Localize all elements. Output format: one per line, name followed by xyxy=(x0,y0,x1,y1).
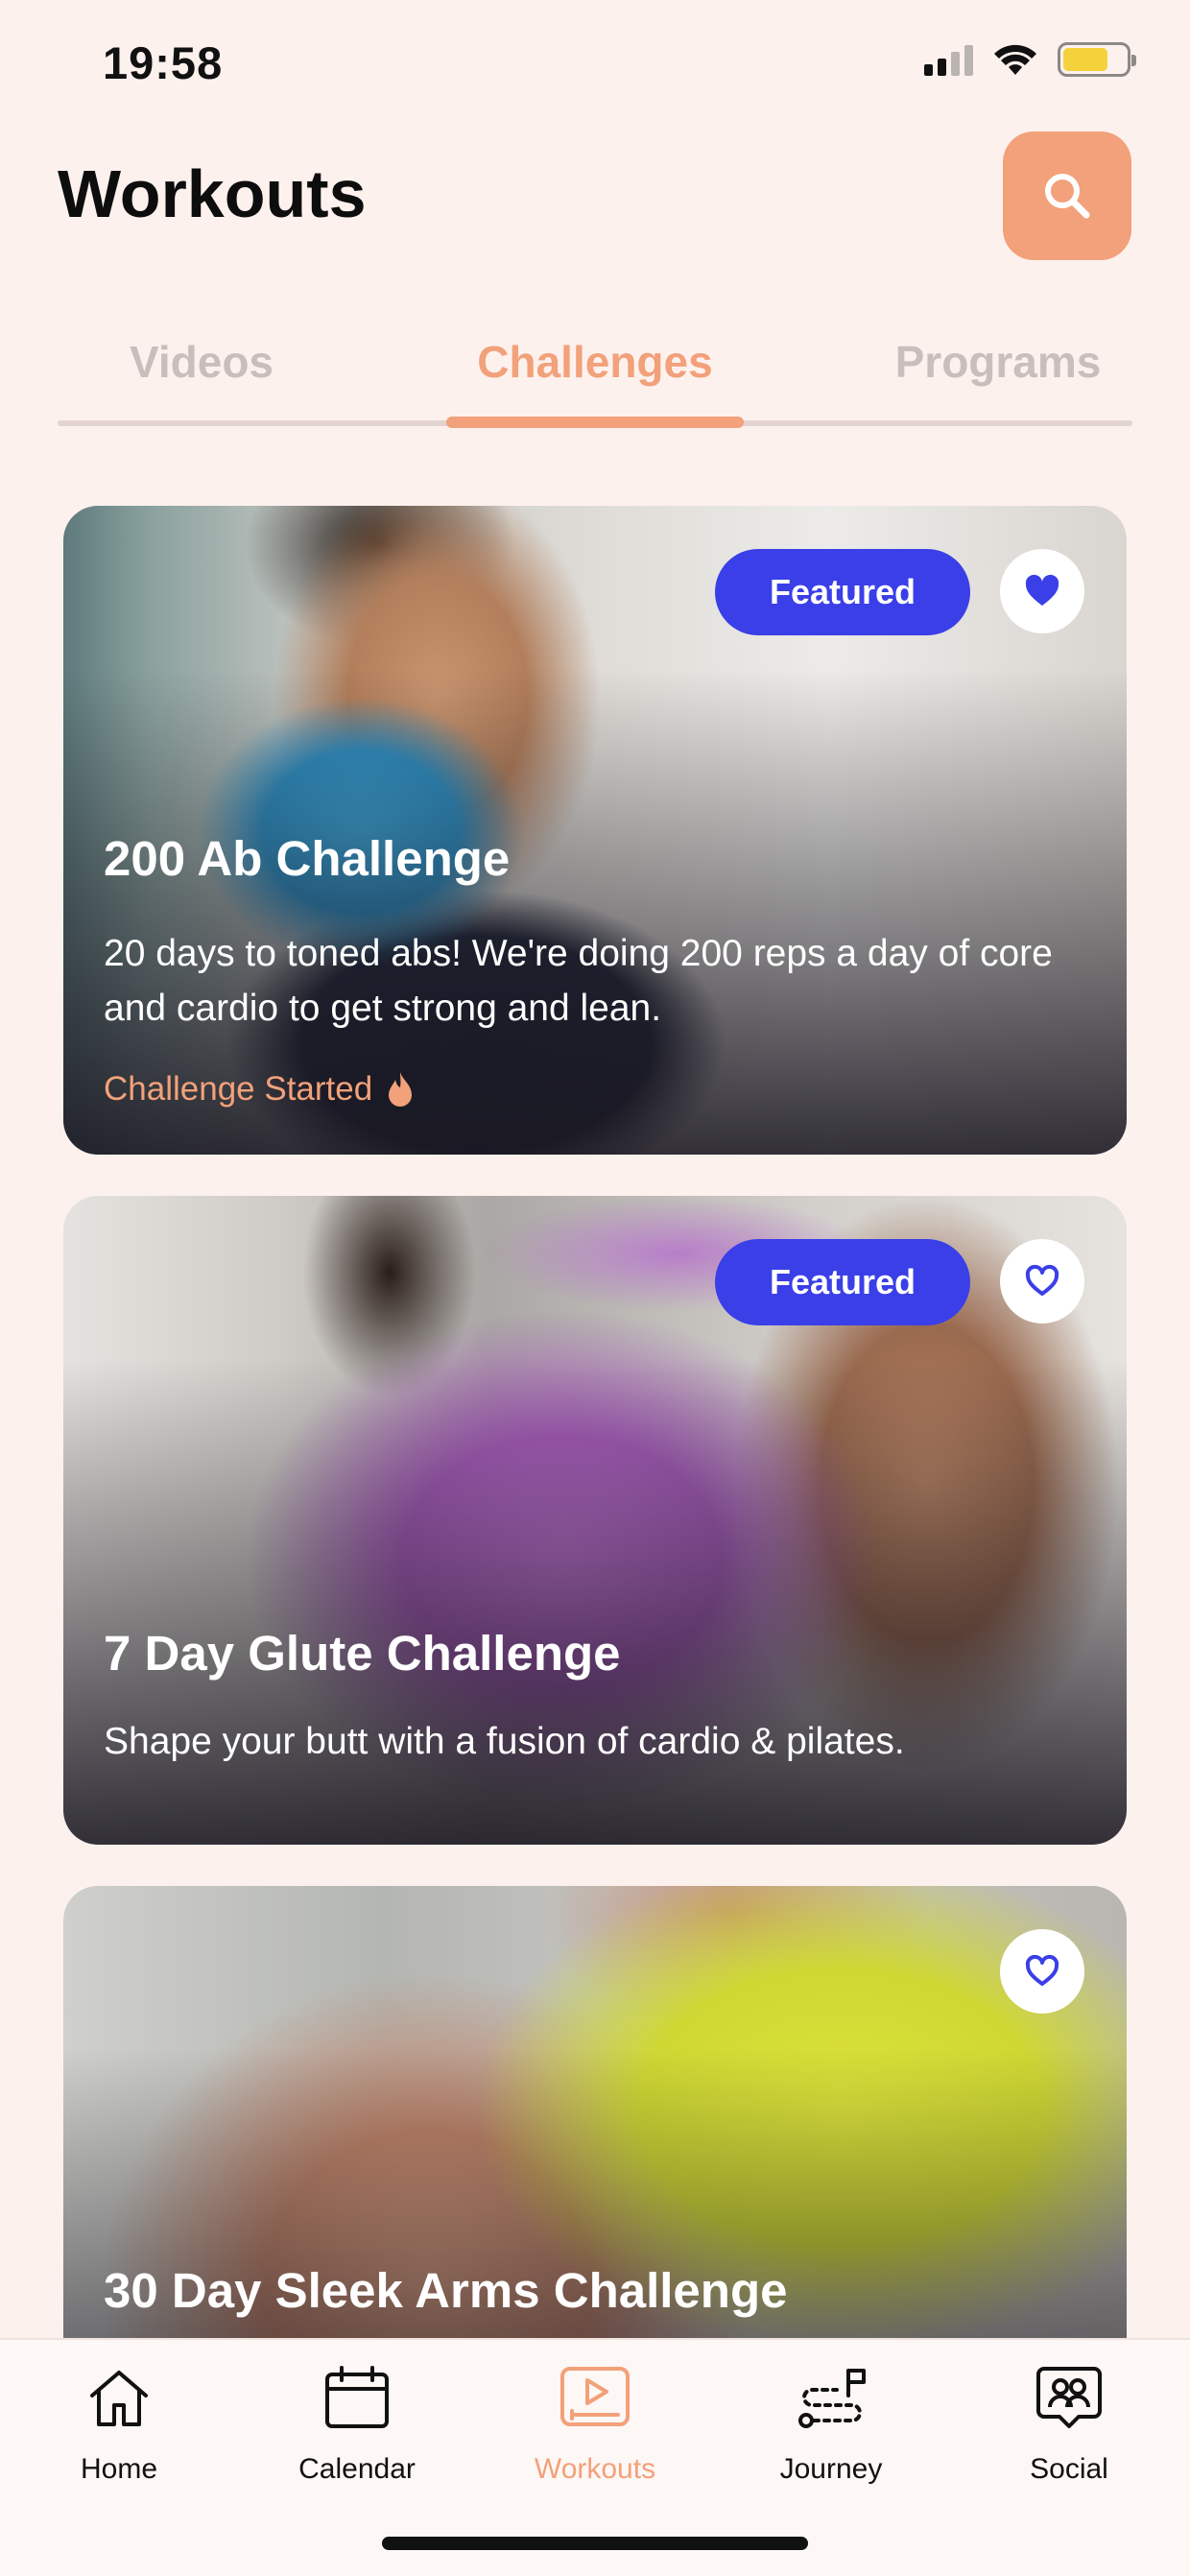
challenge-card[interactable]: Featured 7 Day Glute Challenge Shape you… xyxy=(63,1196,1127,1845)
nav-label: Home xyxy=(80,2453,158,2485)
page-title: Workouts xyxy=(58,156,367,231)
card-title: 200 Ab Challenge xyxy=(104,831,511,886)
favorite-button[interactable] xyxy=(1000,1929,1084,2014)
tab-videos[interactable]: Videos xyxy=(96,336,307,388)
card-title: 7 Day Glute Challenge xyxy=(104,1626,621,1681)
status-bar: 19:58 xyxy=(0,0,1190,134)
search-icon xyxy=(1045,174,1090,219)
battery-icon xyxy=(1058,42,1136,77)
heart-outline-icon xyxy=(1025,1954,1059,1986)
card-description: 20 days to toned abs! We're doing 200 re… xyxy=(104,933,1053,1029)
card-title: 30 Day Sleek Arms Challenge xyxy=(104,2263,788,2318)
wifi-icon xyxy=(994,44,1036,75)
challenge-status: Challenge Started xyxy=(104,1070,415,1109)
status-time: 19:58 xyxy=(103,37,224,88)
heart-filled-icon xyxy=(1025,574,1059,606)
nav-label: Social xyxy=(1030,2453,1108,2485)
featured-badge: Featured xyxy=(715,1239,970,1325)
challenge-status-label: Challenge Started xyxy=(104,1070,373,1108)
nav-label: Calendar xyxy=(298,2453,416,2485)
nav-label: Journey xyxy=(779,2453,883,2485)
workouts-screen: 19:58 Workouts Videos Challenges Program… xyxy=(0,0,1190,2576)
heart-outline-icon xyxy=(1025,1264,1059,1296)
challenge-card[interactable]: Featured 200 Ab Challenge 20 days to ton… xyxy=(63,506,1127,1155)
tab-programs[interactable]: Programs xyxy=(864,336,1132,388)
featured-badge: Featured xyxy=(715,549,970,635)
workout-tabs: Videos Challenges Programs xyxy=(58,326,1132,428)
status-icons xyxy=(924,42,1136,77)
flame-icon xyxy=(389,1072,413,1107)
home-indicator xyxy=(382,2537,808,2550)
favorite-button[interactable] xyxy=(1000,549,1084,633)
nav-label: Workouts xyxy=(534,2453,656,2485)
nav-social[interactable]: Social xyxy=(973,2359,1165,2486)
card-description: Shape your butt with a fusion of cardio … xyxy=(104,1721,905,1762)
journey-icon xyxy=(798,2369,866,2428)
nav-workouts[interactable]: Workouts xyxy=(499,2359,691,2486)
nav-home[interactable]: Home xyxy=(23,2359,215,2486)
home-icon xyxy=(90,2371,148,2426)
search-button[interactable] xyxy=(1003,131,1131,260)
workouts-icon xyxy=(560,2367,630,2426)
active-tab-indicator xyxy=(446,417,744,428)
cellular-signal-icon xyxy=(924,43,973,76)
nav-journey[interactable]: Journey xyxy=(735,2359,927,2486)
nav-calendar[interactable]: Calendar xyxy=(261,2359,453,2486)
calendar-icon xyxy=(325,2366,389,2428)
tab-challenges[interactable]: Challenges xyxy=(446,336,744,388)
social-icon xyxy=(1036,2367,1102,2428)
favorite-button[interactable] xyxy=(1000,1239,1084,1324)
